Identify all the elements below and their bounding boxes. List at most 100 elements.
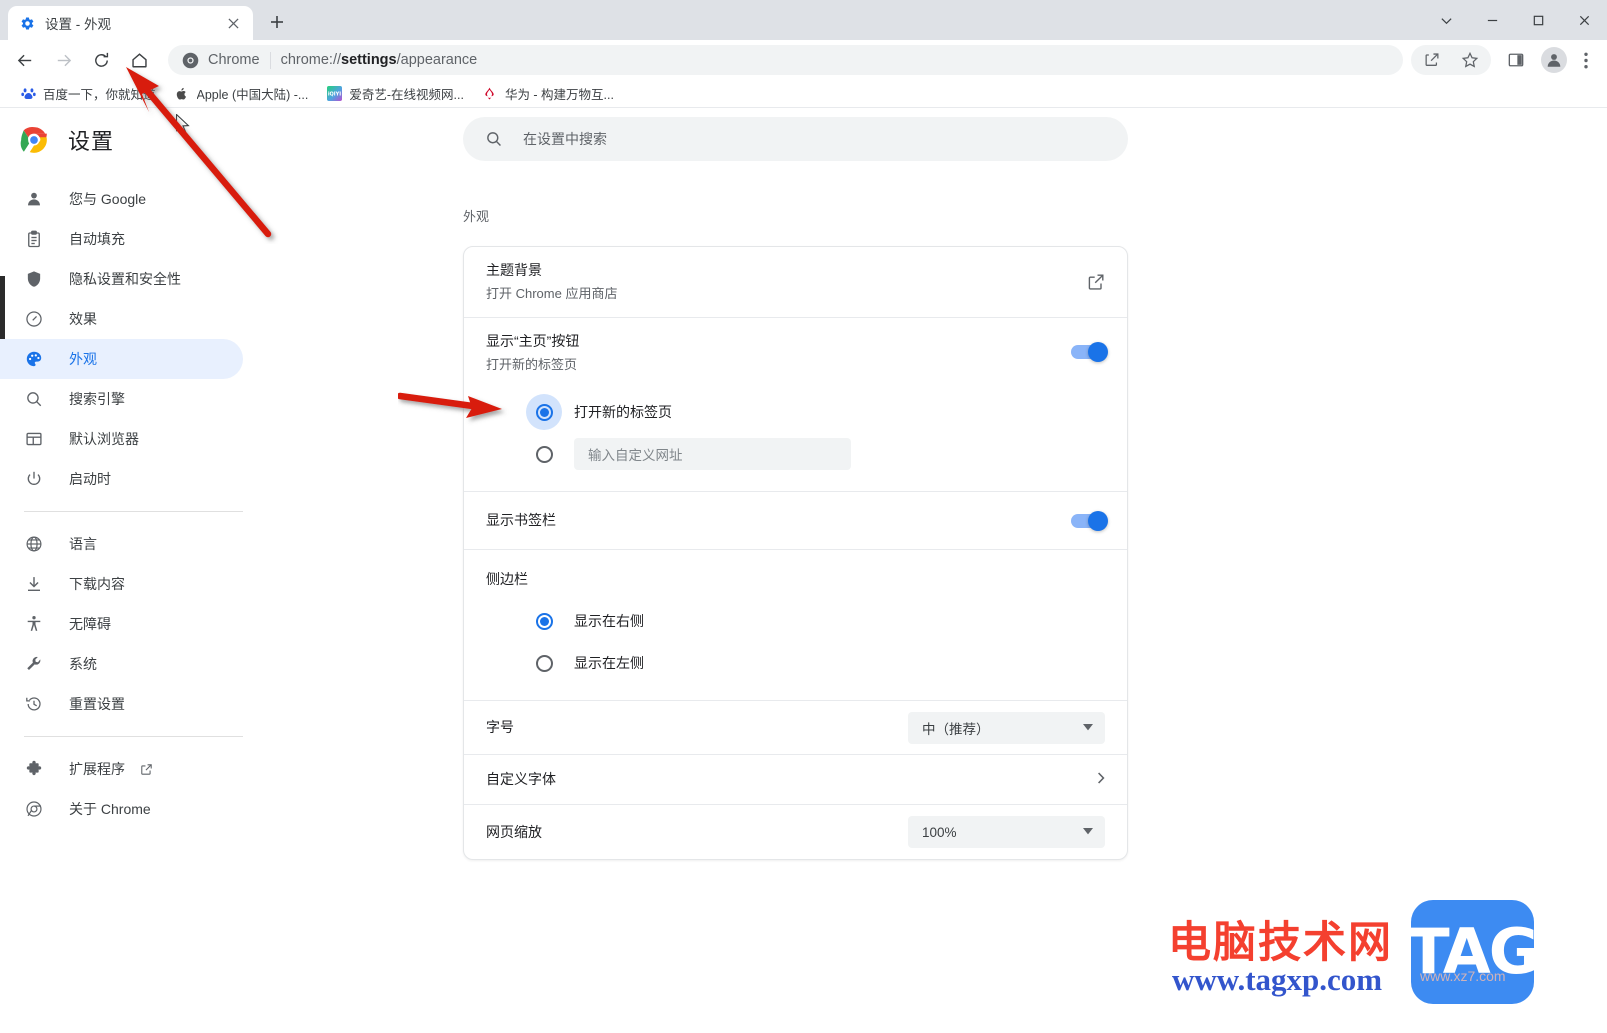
search-area: 在设置中搜索 — [265, 109, 1607, 161]
minimize-icon[interactable] — [1469, 0, 1515, 40]
radio-label: 显示在左侧 — [574, 655, 644, 671]
bookmark-item[interactable]: Apple (中国大陆) -... — [166, 83, 317, 105]
select-page-zoom[interactable]: 100% — [908, 816, 1105, 848]
close-icon[interactable] — [223, 13, 243, 33]
bookmarks-bar: 百度一下，你就知道 Apple (中国大陆) -... iQIYI 爱奇艺-在线… — [0, 80, 1607, 108]
browser-window-icon — [24, 429, 44, 449]
sidebar-item-system[interactable]: 系统 — [0, 644, 243, 684]
history-restore-icon — [24, 694, 44, 714]
iqiyi-icon: iQIYI — [326, 86, 342, 102]
new-tab-button[interactable] — [263, 8, 291, 36]
section-title: 外观 — [463, 209, 490, 224]
row-theme[interactable]: 主题背景 打开 Chrome 应用商店 — [464, 247, 1127, 318]
browser-tab-settings[interactable]: 设置 - 外观 — [8, 6, 253, 40]
radio-button-selected[interactable] — [535, 403, 553, 421]
home-button-radio-group: 打开新的标签页 输入自定义网址 — [464, 387, 1127, 492]
custom-url-input[interactable]: 输入自定义网址 — [574, 438, 851, 470]
radio-button-unselected[interactable] — [535, 445, 553, 463]
search-placeholder: 在设置中搜索 — [523, 131, 607, 147]
sidebar-item-reset-settings[interactable]: 重置设置 — [0, 684, 243, 724]
sidebar-item-autofill[interactable]: 自动填充 — [0, 219, 243, 259]
toolbar-actions — [1411, 45, 1601, 75]
three-dots-menu-icon[interactable] — [1573, 45, 1599, 75]
sidebar-item-you-and-google[interactable]: 您与 Google — [0, 179, 243, 219]
side-panel-icon[interactable] — [1501, 45, 1531, 75]
home-icon[interactable] — [124, 45, 154, 75]
sidebar-item-label: 效果 — [69, 311, 97, 327]
person-icon — [24, 189, 44, 209]
url-bold: settings — [341, 52, 397, 68]
window-close-icon[interactable] — [1561, 0, 1607, 40]
star-icon[interactable] — [1455, 45, 1485, 75]
sidebar-item-accessibility[interactable]: 无障碍 — [0, 604, 243, 644]
bookmark-item[interactable]: 华为 - 构建万物互... — [474, 83, 622, 105]
row-bookmarks-end — [1071, 510, 1108, 531]
row-theme-body: 主题背景 打开 Chrome 应用商店 — [486, 247, 1087, 317]
row-customize-fonts[interactable]: 自定义字体 — [464, 755, 1127, 805]
row-title: 侧边栏 — [486, 570, 528, 587]
settings-title: 设置 — [68, 129, 115, 154]
radio-row-panel-left[interactable]: 显示在左侧 — [486, 642, 1105, 684]
radio-row-panel-right[interactable]: 显示在右侧 — [486, 600, 1105, 642]
browser-window: 设置 - 外观 Chrome chrome://settings/appeara… — [0, 0, 1607, 1033]
bookmark-label: Apple (中国大陆) -... — [196, 88, 309, 102]
window-controls — [1423, 0, 1607, 40]
omnibox-divider — [269, 51, 271, 69]
chrome-logo-icon — [182, 52, 199, 69]
row-page-zoom-body: 网页缩放 — [486, 809, 908, 856]
sidebar-item-about-chrome[interactable]: 关于 Chrome — [0, 789, 243, 829]
bookmark-item[interactable]: 百度一下，你就知道 — [12, 83, 164, 105]
chevron-down-icon[interactable] — [1423, 0, 1469, 40]
sidebar-nav-group-2: 语言 下载内容 无障碍 系统 重置设置 — [0, 524, 265, 724]
sidebar-item-performance[interactable]: 效果 — [0, 299, 243, 339]
arrow-forward-icon[interactable] — [48, 45, 78, 75]
radio-label: 显示在右侧 — [574, 613, 644, 629]
sidebar-item-on-startup[interactable]: 启动时 — [0, 459, 243, 499]
sidebar-item-default-browser[interactable]: 默认浏览器 — [0, 419, 243, 459]
toolbar-pill-group — [1411, 45, 1491, 75]
share-icon[interactable] — [1417, 45, 1447, 75]
search-icon — [24, 389, 44, 409]
external-link-icon — [139, 762, 153, 776]
sidebar-divider — [24, 511, 243, 512]
radio-row-custom-url[interactable]: 输入自定义网址 — [486, 433, 1105, 475]
radio-wrapper — [526, 645, 562, 681]
sidebar-item-search-engine[interactable]: 搜索引擎 — [0, 379, 243, 419]
row-theme-end — [1087, 273, 1105, 291]
radio-label: 打开新的标签页 — [574, 404, 672, 420]
sidebar-nav-group-1: 您与 Google 自动填充 隐私设置和安全性 效果 外观 搜索引擎 默认浏览器… — [0, 171, 265, 499]
row-title: 显示书签栏 — [486, 512, 556, 528]
arrow-back-icon[interactable] — [10, 45, 40, 75]
sidebar-item-label: 无障碍 — [69, 616, 111, 632]
toggle-show-home-button[interactable] — [1071, 342, 1108, 363]
huawei-icon — [482, 86, 498, 102]
omnibox-brand: Chrome — [208, 52, 260, 68]
sidebar-item-extensions[interactable]: 扩展程序 — [0, 749, 243, 789]
radio-button-unselected[interactable] — [535, 654, 553, 672]
toggle-knob — [1088, 342, 1108, 363]
sidebar-item-privacy-security[interactable]: 隐私设置和安全性 — [0, 259, 243, 299]
row-side-panel: 侧边栏 — [464, 550, 1127, 596]
reload-icon[interactable] — [86, 45, 116, 75]
row-subtitle: 打开新的标签页 — [486, 356, 578, 372]
address-bar[interactable]: Chrome chrome://settings/appearance — [168, 45, 1403, 75]
search-input[interactable]: 在设置中搜索 — [463, 117, 1128, 161]
caret-down-icon — [1083, 827, 1093, 837]
maximize-icon[interactable] — [1515, 0, 1561, 40]
row-title: 字号 — [486, 719, 514, 735]
external-link-icon[interactable] — [1087, 273, 1105, 291]
sidebar-item-downloads[interactable]: 下载内容 — [0, 564, 243, 604]
row-subtitle: 打开 Chrome 应用商店 — [486, 286, 618, 301]
radio-button-selected[interactable] — [535, 612, 553, 630]
radio-row-new-tab[interactable]: 打开新的标签页 — [486, 391, 1105, 433]
row-home-button-body: 显示“主页”按钮 打开新的标签页 — [486, 318, 1071, 388]
sidebar-item-appearance[interactable]: 外观 — [0, 339, 243, 379]
select-font-size[interactable]: 中（推荐） — [908, 711, 1105, 744]
appearance-settings-card: 主题背景 打开 Chrome 应用商店 显示“主页”按钮 打开新的标签页 打开新… — [463, 246, 1128, 860]
sidebar-item-languages[interactable]: 语言 — [0, 524, 243, 564]
account-avatar-icon[interactable] — [1541, 47, 1567, 73]
row-customize-fonts-body: 自定义字体 — [486, 756, 1097, 803]
bookmark-item[interactable]: iQIYI 爱奇艺-在线视频网... — [318, 83, 472, 105]
settings-content: 在设置中搜索 外观 主题背景 打开 Chrome 应用商店 显示“主页”按钮 打… — [265, 109, 1607, 1033]
toggle-show-bookmarks-bar[interactable] — [1071, 510, 1108, 531]
